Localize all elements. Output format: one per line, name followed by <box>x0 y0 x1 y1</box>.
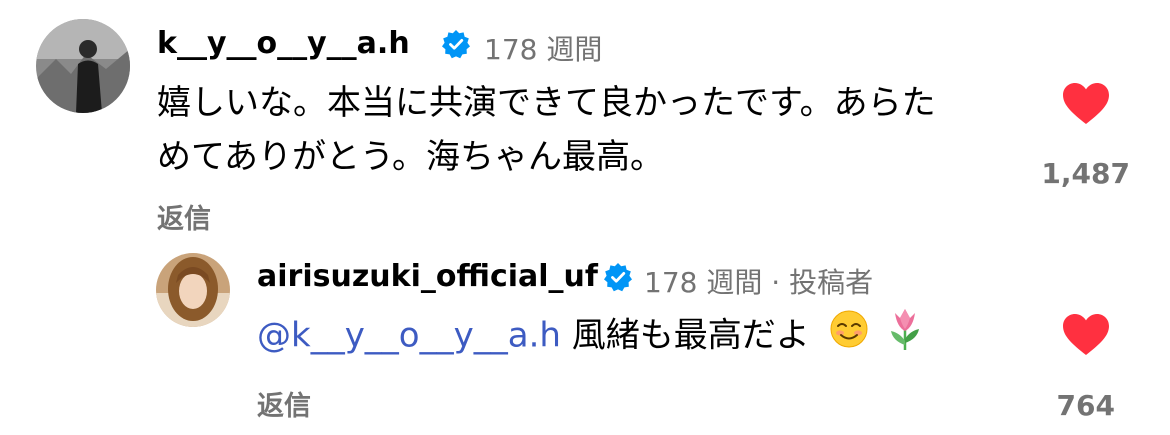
meta-separator: · <box>771 266 781 299</box>
reply-text: @k__y__o__y__a.h 風緒も最高だよ <box>257 307 923 367</box>
reply-username[interactable]: airisuzuki_official_uf <box>257 259 598 294</box>
comment-text: 嬉しいな。本当に共演できて良かったです。あらた めてありがとう。海ちゃん最高。 <box>157 76 1017 184</box>
comment-timestamp: 178 週間 <box>484 33 603 66</box>
smiling-face-icon <box>829 309 869 365</box>
reply-body: 風緒も最高だよ <box>571 315 810 356</box>
tulip-icon <box>887 307 923 367</box>
reply-reply-button[interactable]: 返信 <box>257 384 311 423</box>
reply-verified-badge-icon <box>603 262 633 296</box>
comment-text-line-2: めてありがとう。海ちゃん最高。 <box>157 137 664 177</box>
comment-like-count[interactable]: 1,487 <box>1000 157 1130 190</box>
reply-like-count[interactable]: 764 <box>985 389 1115 422</box>
reply-timestamp: 178 週間 <box>644 266 763 299</box>
reply-like-heart-icon[interactable] <box>1062 313 1110 361</box>
comment-like-heart-icon[interactable] <box>1062 82 1110 130</box>
mention-link[interactable]: @k__y__o__y__a.h <box>257 316 561 356</box>
author-badge: 投稿者 <box>789 266 874 299</box>
comment-username[interactable]: k__y__o__y__a.h <box>157 26 410 61</box>
avatar-k-y-o-y-a-h[interactable] <box>36 19 130 113</box>
verified-badge-icon <box>441 29 471 63</box>
avatar-airisuzuki-official-uf[interactable] <box>156 253 230 327</box>
reply-meta: 178 週間 · 投稿者 <box>644 261 873 301</box>
comment-reply-button[interactable]: 返信 <box>157 197 211 236</box>
comment-text-line-1: 嬉しいな。本当に共演できて良かったです。あらた <box>157 83 936 123</box>
